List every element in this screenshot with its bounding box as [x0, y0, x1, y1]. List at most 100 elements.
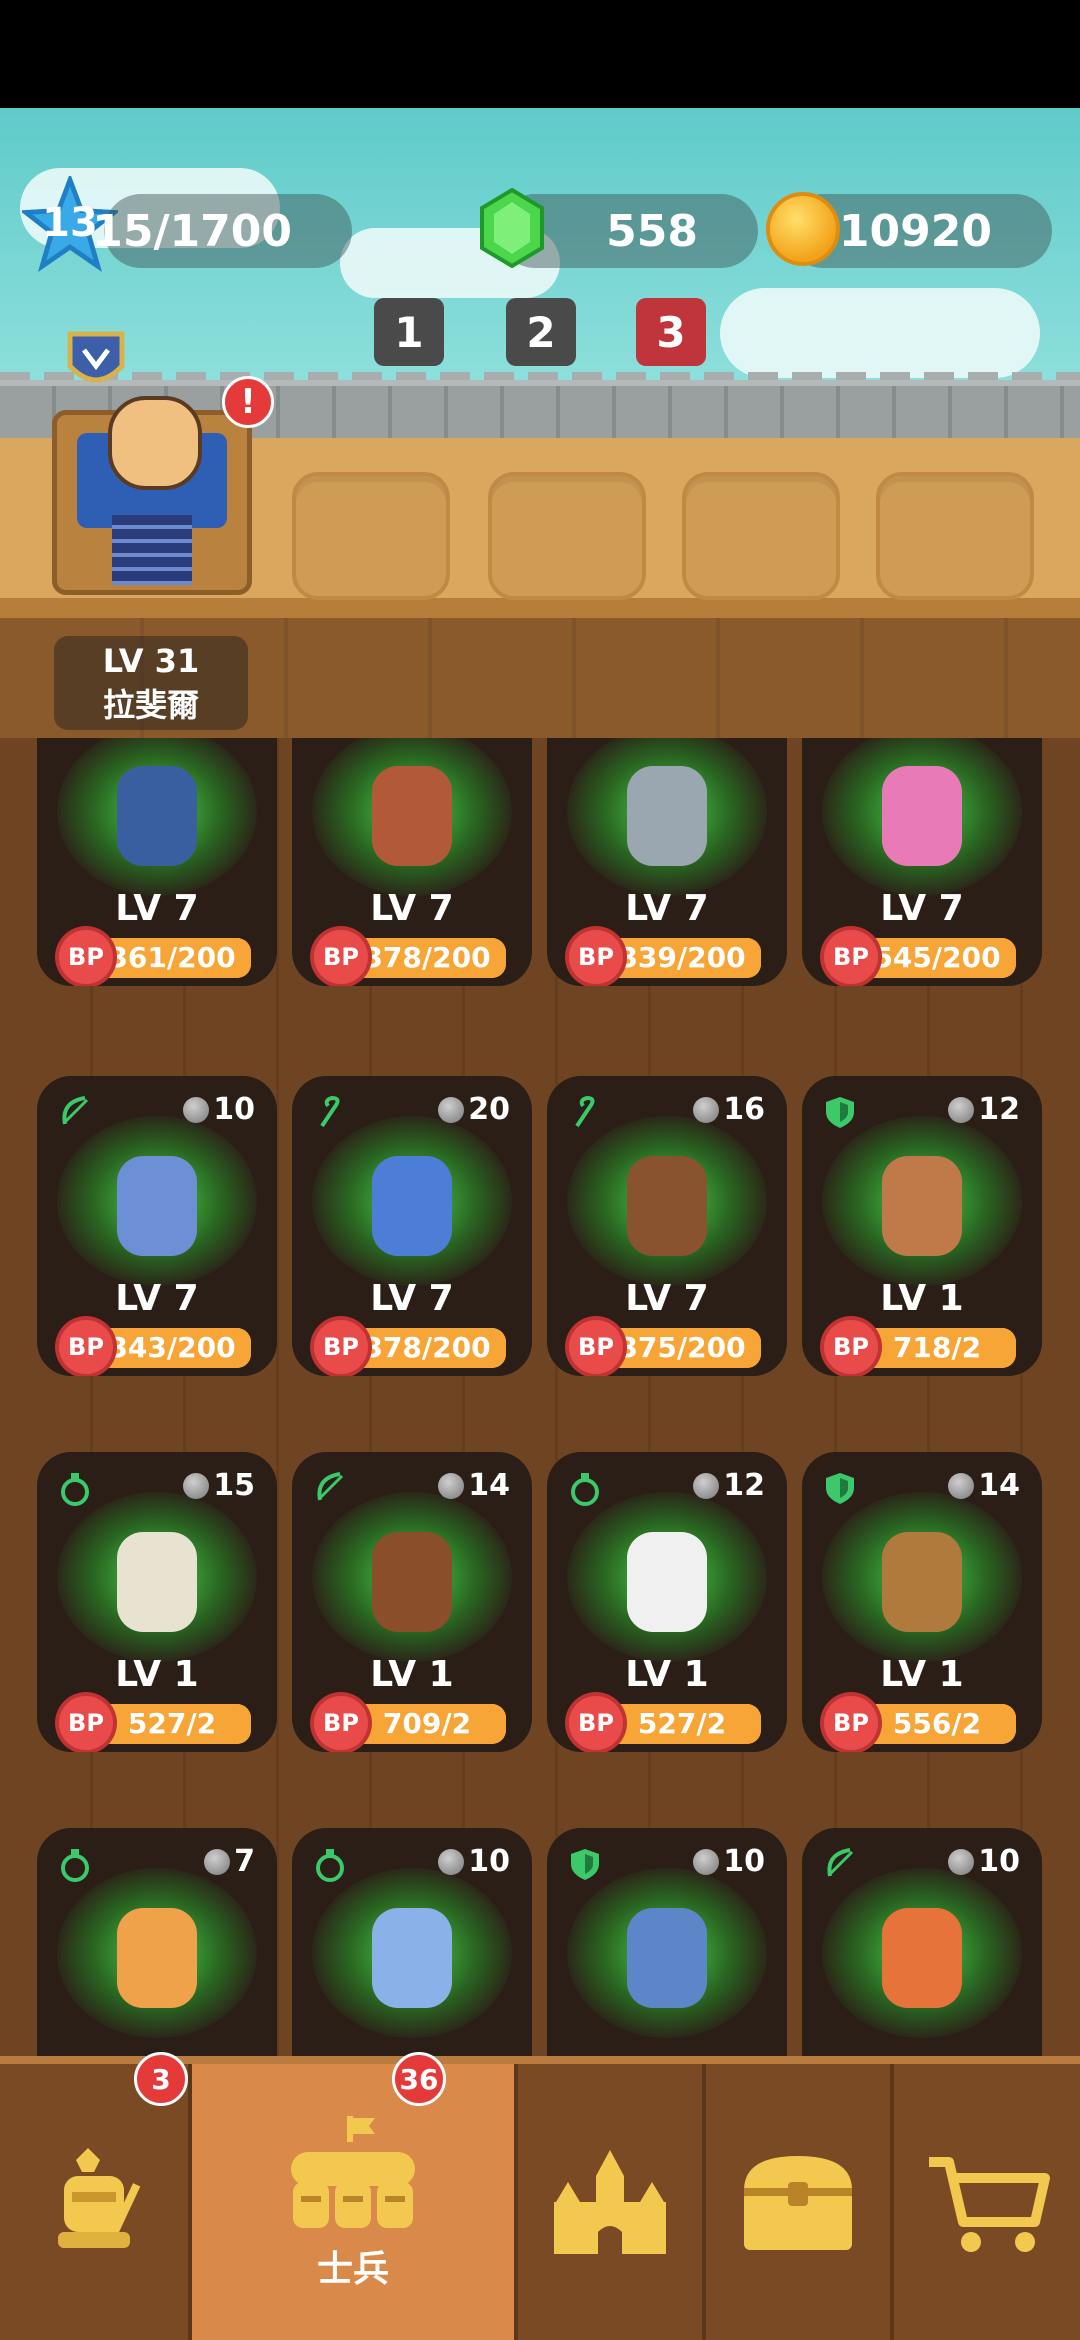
soldier-card[interactable]: 10 [802, 1828, 1042, 2056]
cost-value: 20 [468, 1092, 510, 1127]
soldier-card[interactable]: LV 7 378/200 BP [292, 738, 532, 986]
soldier-portrait [882, 766, 962, 866]
bp-value: 527/2 [637, 1707, 727, 1740]
castle-icon [554, 2150, 666, 2254]
page-button-2[interactable]: 2 [506, 298, 576, 366]
bp-badge-icon: BP [569, 930, 623, 984]
ground-edge [0, 598, 1080, 618]
cost-value: 12 [978, 1092, 1020, 1127]
tab-soldiers[interactable]: 士兵 36 [192, 2052, 514, 2340]
soldier-portrait [372, 1532, 452, 1632]
cost-orb-icon [693, 1472, 720, 1499]
deploy-slot-1[interactable] [292, 472, 450, 600]
bp-value: 527/2 [127, 1707, 217, 1740]
cost-orb-icon [693, 1848, 720, 1875]
hero-name: 拉斐爾 [102, 686, 199, 724]
soldier-level: LV 1 [880, 1654, 964, 1695]
soldier-level: LV 7 [625, 1278, 709, 1319]
tab-shop[interactable] [894, 2064, 1080, 2340]
soldier-level: LV 7 [370, 888, 454, 929]
soldier-card[interactable]: 12 LV 1 718/2 BP [802, 1076, 1042, 1376]
tower-stairs [112, 515, 192, 585]
shield-icon [822, 1094, 858, 1130]
xp-counter: 15/1700 [92, 194, 352, 268]
hero-avatar[interactable] [108, 396, 202, 490]
chest-icon [744, 2156, 852, 2250]
soldier-portrait [117, 1156, 197, 1256]
bp-badge-icon: BP [824, 930, 878, 984]
shield-icon [822, 1470, 858, 1506]
soldier-card[interactable]: 14 LV 1 709/2 BP [292, 1452, 532, 1752]
deploy-cost: 14 [438, 1468, 510, 1503]
deploy-slot-4[interactable] [876, 472, 1034, 600]
page-button-3[interactable]: 3 [636, 298, 706, 366]
tab-chest[interactable] [706, 2064, 890, 2340]
cost-value: 16 [723, 1092, 765, 1127]
soldier-level: LV 7 [115, 888, 199, 929]
bp-value: 375/200 [618, 1331, 746, 1364]
soldiers-icon [291, 2116, 415, 2228]
bp-value: 709/2 [382, 1707, 472, 1740]
cost-orb-icon [183, 1096, 210, 1123]
bp-value: 718/2 [892, 1331, 982, 1364]
soldier-card[interactable]: LV 7 545/200 BP [802, 738, 1042, 986]
soldier-card[interactable]: 20 LV 7 378/200 BP [292, 1076, 532, 1376]
soldier-level: LV 7 [625, 888, 709, 929]
bottom-nav: 3 士兵 36 [0, 2052, 1080, 2340]
shield-icon [567, 1846, 603, 1882]
bp-badge-icon: BP [569, 1320, 623, 1374]
potion-icon [312, 1846, 348, 1882]
page-button-1[interactable]: 1 [374, 298, 444, 366]
bp-badge-icon: BP [314, 930, 368, 984]
soldier-card[interactable]: LV 7 361/200 BP [37, 738, 277, 986]
bp-badge-icon: BP [824, 1320, 878, 1374]
soldier-card[interactable]: 12 LV 1 527/2 BP [547, 1452, 787, 1752]
deploy-cost: 10 [438, 1844, 510, 1879]
coin-icon [766, 192, 840, 266]
bp-badge-icon: BP [59, 930, 113, 984]
bp-badge-icon: BP [569, 1696, 623, 1750]
soldiers-tab-badge: 36 [392, 2052, 446, 2106]
bp-value: 556/2 [892, 1707, 982, 1740]
rank-emblem-icon [67, 331, 125, 383]
tab-castle[interactable] [518, 2064, 702, 2340]
soldier-level: LV 1 [115, 1654, 199, 1695]
cost-orb-icon [948, 1096, 975, 1123]
soldier-card[interactable]: 7 [37, 1828, 277, 2056]
soldier-card[interactable]: 10 LV 7 343/200 BP [37, 1076, 277, 1376]
cost-orb-icon [183, 1472, 210, 1499]
deploy-slot-3[interactable] [682, 472, 840, 600]
status-bar [0, 0, 1080, 108]
bow-icon [57, 1094, 93, 1130]
soldier-card[interactable]: LV 7 339/200 BP [547, 738, 787, 986]
staff-icon [312, 1094, 348, 1130]
soldier-portrait [882, 1156, 962, 1256]
bp-value: 545/200 [873, 941, 1001, 974]
deploy-cost: 12 [948, 1092, 1020, 1127]
deploy-cost: 15 [183, 1468, 255, 1503]
tab-soldiers-label: 士兵 [316, 2249, 389, 2290]
soldier-level: LV 1 [370, 1654, 454, 1695]
soldier-card[interactable]: 10 [292, 1828, 532, 2056]
deploy-slot-2[interactable] [488, 472, 646, 600]
soldier-card[interactable]: 14 LV 1 556/2 BP [802, 1452, 1042, 1752]
soldier-card[interactable]: 16 LV 7 375/200 BP [547, 1076, 787, 1376]
cost-orb-icon [948, 1848, 975, 1875]
cost-value: 14 [978, 1468, 1020, 1503]
cost-value: 15 [213, 1468, 255, 1503]
cost-orb-icon [438, 1848, 465, 1875]
deploy-cost: 20 [438, 1092, 510, 1127]
soldier-card[interactable]: 15 LV 1 527/2 BP [37, 1452, 277, 1752]
soldier-portrait [627, 1156, 707, 1256]
tab-hero[interactable]: 3 [0, 2052, 188, 2340]
alert-badge: ! [222, 376, 274, 428]
cost-orb-icon [438, 1472, 465, 1499]
deploy-cost: 10 [183, 1092, 255, 1127]
bp-badge-icon: BP [59, 1696, 113, 1750]
hero-info-label[interactable]: LV 31 拉斐爾 [54, 636, 248, 730]
cost-orb-icon [693, 1096, 720, 1123]
soldier-level: LV 7 [115, 1278, 199, 1319]
soldier-card[interactable]: 10 [547, 1828, 787, 2056]
soldier-portrait [627, 1532, 707, 1632]
bp-value: 339/200 [618, 941, 746, 974]
